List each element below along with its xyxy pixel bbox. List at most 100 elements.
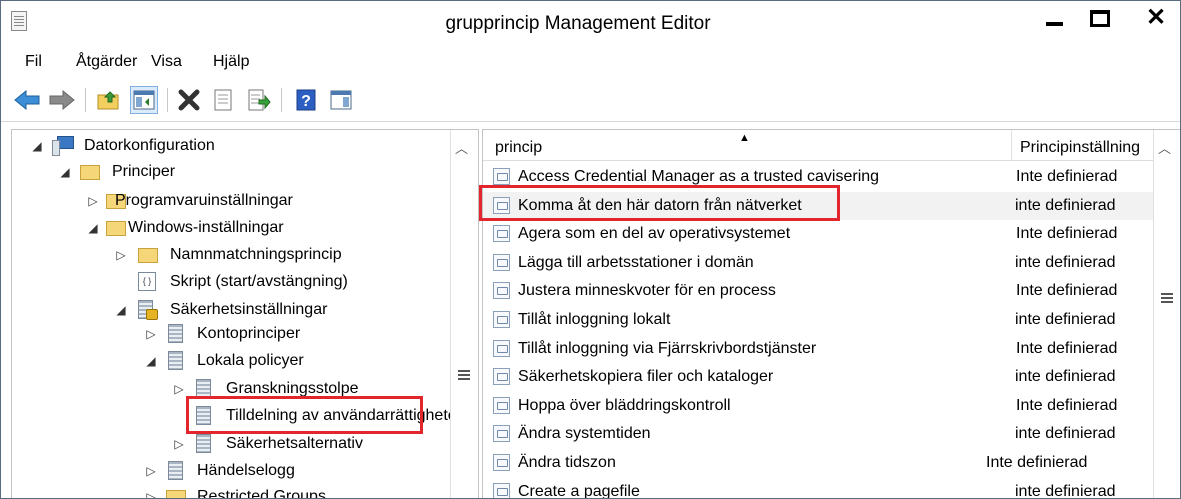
scroll-up-icon[interactable]: ︿	[1158, 138, 1171, 157]
policy-name: Tillåt inloggning via Fjärrskrivbordstjä…	[518, 339, 817, 357]
tree-item-label: Programvaruinställningar	[115, 192, 293, 209]
security-settings-icon	[138, 300, 158, 320]
highlight-box-network-access	[479, 185, 840, 221]
scroll-thumb-grip-icon[interactable]	[458, 370, 470, 380]
collapsed-arrow-icon[interactable]: ▷	[146, 490, 156, 498]
tree-item-label: Händelselogg	[197, 462, 295, 479]
policy-setting-value: Inte definierad	[1016, 225, 1118, 243]
tree-item-label: Windows-inställningar	[128, 219, 284, 236]
policy-setting-value: inte definierad	[1015, 311, 1116, 328]
collapsed-arrow-icon[interactable]: ▷	[116, 248, 126, 262]
expanded-arrow-icon[interactable]: ◢	[116, 303, 126, 317]
menu-view[interactable]: Visa	[151, 53, 182, 71]
policy-setting-value: Inte definierad	[1016, 396, 1118, 414]
show-hide-tree-button[interactable]	[130, 86, 158, 114]
forward-button[interactable]	[48, 86, 76, 114]
list-scrollbar[interactable]: ︿	[1153, 130, 1180, 498]
policy-setting-value: Inte definierad	[1016, 168, 1118, 185]
policy-icon	[166, 351, 186, 371]
delete-icon	[178, 89, 200, 111]
tree-item-namnmatchningsprincip[interactable]: ▷ Namnmatchningsprincip	[12, 244, 452, 268]
tree-item-label: Kontoprinciper	[197, 325, 301, 342]
editor-window: grupprincip Management Editor ✕ Fil Åtgä…	[0, 0, 1181, 499]
maximize-icon	[1090, 9, 1110, 27]
computer-icon	[52, 136, 74, 156]
tree-item-skript[interactable]: { } Skript (start/avstängning)	[12, 271, 452, 295]
toolbar-separator	[85, 88, 86, 112]
show-hide-tree-icon	[133, 90, 155, 110]
collapsed-arrow-icon[interactable]: ▷	[146, 464, 156, 478]
collapsed-arrow-icon[interactable]: ▷	[146, 327, 156, 341]
tree-item-programvaruinstallningar[interactable]: ▷ Programvaruinställningar	[12, 190, 452, 214]
properties-button[interactable]	[209, 86, 237, 114]
tree-scrollbar[interactable]: ︿	[450, 130, 477, 498]
tree-item-windows-installningar[interactable]: ◢ Windows-inställningar	[12, 217, 452, 241]
expanded-arrow-icon[interactable]: ◢	[60, 165, 70, 179]
column-setting[interactable]: Principinställning	[1020, 139, 1140, 157]
highlight-box-user-rights	[186, 396, 423, 434]
tree-item-sakerhetsinstallningar[interactable]: ◢ Säkerhetsinställningar	[12, 299, 452, 323]
tree-item-principer[interactable]: ◢ Principer	[12, 161, 452, 185]
tree-item-kontoprinciper[interactable]: ▷ Kontoprinciper	[12, 323, 452, 347]
policy-row[interactable]: Tillåt inloggning via Fjärrskrivbordstjä…	[483, 335, 1155, 363]
expanded-arrow-icon[interactable]: ◢	[32, 139, 42, 153]
up-folder-button[interactable]	[95, 86, 123, 114]
collapsed-arrow-icon[interactable]: ▷	[88, 194, 98, 208]
svg-text:?: ?	[301, 93, 311, 110]
window-title: grupprincip Management Editor	[445, 13, 711, 34]
collapsed-arrow-icon[interactable]: ▷	[174, 382, 184, 396]
column-policy[interactable]: princip	[495, 139, 542, 157]
minimize-button[interactable]	[1041, 5, 1067, 31]
policy-setting-value: Inte definierad	[1016, 339, 1118, 357]
policy-row[interactable]: Agera som en del av operativsystemet Inte…	[483, 220, 1155, 248]
title-bar: grupprincip Management Editor ✕	[1, 1, 1180, 45]
column-divider[interactable]	[1011, 130, 1012, 160]
close-button[interactable]: ✕	[1140, 5, 1172, 31]
policy-row[interactable]: Hoppa över bläddringskontroll Inte defini…	[483, 392, 1155, 420]
expanded-arrow-icon[interactable]: ◢	[88, 221, 98, 235]
tree-item-label: Principer	[112, 163, 176, 180]
policy-row[interactable]: Justera minneskvoter för en process Inte …	[483, 277, 1155, 305]
scroll-thumb-grip-icon[interactable]	[1161, 293, 1173, 303]
scroll-up-icon[interactable]: ︿	[455, 138, 468, 157]
policy-row[interactable]: Create a pagefile inte definierad	[483, 478, 1155, 498]
collapsed-arrow-icon[interactable]: ▷	[174, 437, 184, 451]
export-list-button[interactable]	[245, 86, 273, 114]
policy-item-icon	[493, 282, 510, 300]
help-button[interactable]: ?	[292, 86, 320, 114]
toolbar: ?	[1, 81, 1180, 122]
folder-icon	[138, 245, 158, 265]
close-icon: ✕	[1145, 4, 1167, 31]
policy-setting-value: Inte definierad	[986, 454, 1088, 471]
policy-row[interactable]: Ändra tidszon Inte definierad	[483, 449, 1155, 477]
policy-item-icon	[493, 368, 510, 386]
policy-row[interactable]: Säkerhetskopiera filer och kataloger inte…	[483, 363, 1155, 391]
tree-item-datorkonfiguration[interactable]: ◢ Datorkonfiguration	[12, 135, 452, 159]
show-action-pane-icon	[330, 90, 352, 110]
tree-item-label: Namnmatchningsprincip	[170, 246, 342, 263]
policy-item-icon	[493, 225, 510, 243]
menu-file[interactable]: Fil	[25, 53, 42, 71]
toolbar-separator	[281, 88, 282, 112]
policy-setting-value: Inte definierad	[1016, 282, 1118, 300]
policy-row[interactable]: Lägga till arbetsstationer i domän inte d…	[483, 249, 1155, 277]
maximize-button[interactable]	[1087, 5, 1113, 31]
tree-item-handelselogg[interactable]: ▷ Händelselogg	[12, 460, 452, 484]
policy-row[interactable]: Tillåt inloggning lokalt inte definierad	[483, 306, 1155, 334]
tree-item-restricted-groups[interactable]: ▷ Restricted Groups	[12, 486, 452, 498]
tree-item-sakerhetsalternativ[interactable]: ▷ Säkerhetsalternativ	[12, 433, 452, 457]
policy-setting-value: inte definierad	[1015, 253, 1116, 271]
folder-icon	[106, 218, 126, 238]
policy-icon	[166, 461, 186, 481]
help-icon: ?	[296, 89, 316, 111]
menu-action[interactable]: Åtgärder	[76, 53, 137, 71]
folder-icon	[166, 487, 186, 498]
policy-row[interactable]: Ändra systemtiden inte definierad	[483, 420, 1155, 448]
back-button[interactable]	[13, 86, 41, 114]
delete-button[interactable]	[175, 86, 203, 114]
policy-icon	[194, 434, 214, 454]
show-action-pane-button[interactable]	[327, 86, 355, 114]
menu-help[interactable]: Hjälp	[213, 53, 249, 71]
tree-item-lokala-policyer[interactable]: ◢ Lokala policyer	[12, 350, 452, 374]
expanded-arrow-icon[interactable]: ◢	[146, 354, 156, 368]
